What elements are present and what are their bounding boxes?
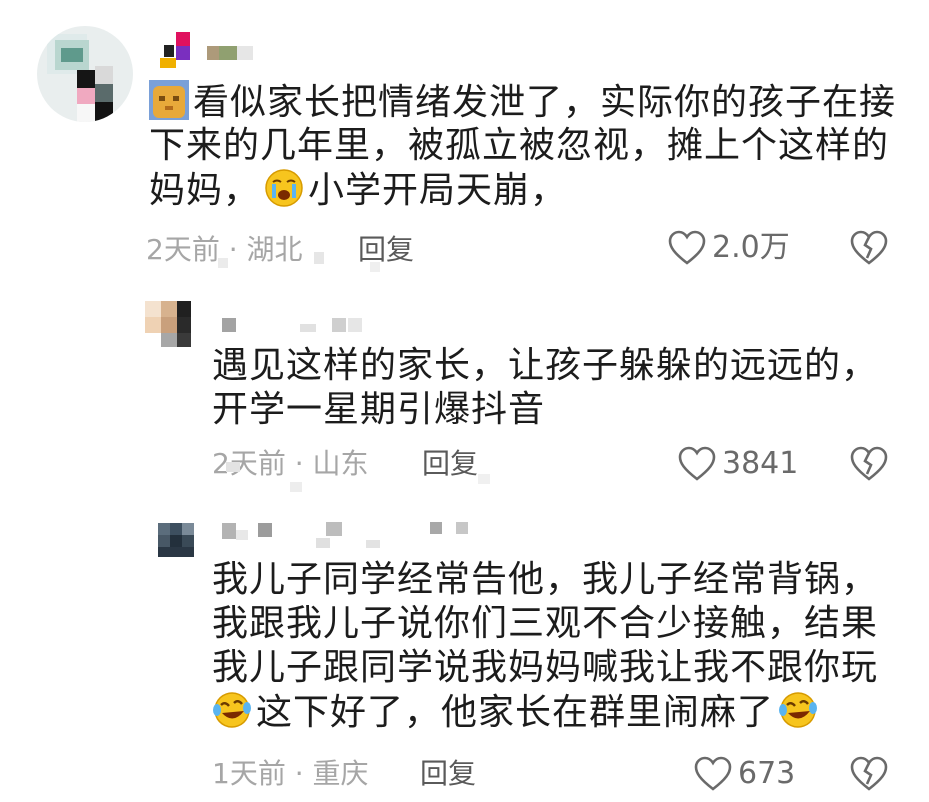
- comment-line: 小学开局天崩，: [308, 170, 568, 211]
- avatar[interactable]: [37, 26, 133, 122]
- tears-of-joy-emoji-icon: [778, 690, 818, 730]
- timestamp: 2天前: [146, 233, 220, 266]
- comment-meta: 1天前 · 重庆: [212, 758, 369, 790]
- like-button[interactable]: 2.0万: [668, 230, 790, 266]
- comment-line: 妈妈，: [149, 170, 261, 211]
- dislike-button[interactable]: [850, 230, 888, 266]
- reply-button[interactable]: 回复: [422, 448, 478, 480]
- ip-location: 湖北: [246, 233, 303, 266]
- timestamp: 2天前: [212, 447, 286, 480]
- dot-separator: ·: [294, 757, 304, 790]
- broken-heart-icon: [850, 446, 888, 482]
- like-count: 673: [738, 756, 796, 791]
- timestamp: 1天前: [212, 757, 286, 790]
- comment-text: 看似家长把情绪发泄了，实际你的孩子在接 下来的几年里，被孤立被忽视，摊上个这样的…: [149, 80, 896, 212]
- broken-heart-icon: [850, 230, 888, 266]
- crying-face-emoji-icon: [264, 168, 304, 208]
- comment-line: 我儿子跟同学说我妈妈喊我让我不跟你玩: [212, 647, 879, 688]
- ip-location: 重庆: [312, 757, 369, 790]
- comment-text: 遇见这样的家长，让孩子躲躲的远远的， 开学一星期引爆抖音: [212, 344, 878, 432]
- avatar[interactable]: [158, 523, 194, 557]
- heart-outline-icon: [678, 446, 716, 482]
- like-button[interactable]: 673: [694, 756, 795, 792]
- dot-separator: ·: [294, 447, 304, 480]
- comment-text: 我儿子同学经常告他，我儿子经常背锅， 我跟我儿子说你们三观不合少接触，结果 我儿…: [212, 558, 878, 734]
- like-count: 3841: [722, 446, 799, 481]
- comment-line: 下来的几年里，被孤立被忽视，摊上个这样的: [149, 125, 890, 166]
- dislike-button[interactable]: [850, 756, 888, 792]
- reply-label: 回复: [420, 757, 477, 790]
- heart-outline-icon: [668, 230, 706, 266]
- dislike-button[interactable]: [850, 446, 888, 482]
- comment-line: 看似家长把情绪发泄了，实际你的孩子在接: [193, 82, 897, 123]
- dot-separator: ·: [228, 233, 238, 266]
- like-count: 2.0万: [712, 230, 790, 265]
- comment-line: 这下好了，他家长在群里闹麻了: [256, 692, 775, 733]
- tears-of-joy-emoji-icon: [212, 690, 252, 730]
- broken-heart-icon: [850, 756, 888, 792]
- reply-label: 回复: [422, 447, 479, 480]
- comment-line: 我儿子同学经常告他，我儿子经常背锅，: [212, 559, 879, 600]
- like-button[interactable]: 3841: [678, 446, 798, 482]
- reply-button[interactable]: 回复: [358, 234, 414, 266]
- comment-line: 我跟我儿子说你们三观不合少接触，结果: [212, 603, 879, 644]
- ip-location: 山东: [312, 447, 369, 480]
- comment-line: 开学一星期引爆抖音: [212, 389, 546, 430]
- cat-icon: [149, 80, 189, 120]
- avatar[interactable]: [145, 301, 191, 347]
- comment-line: 遇见这样的家长，让孩子躲躲的远远的，: [212, 345, 879, 386]
- reply-button[interactable]: 回复: [420, 758, 476, 790]
- reply-label: 回复: [358, 233, 415, 266]
- heart-outline-icon: [694, 756, 732, 792]
